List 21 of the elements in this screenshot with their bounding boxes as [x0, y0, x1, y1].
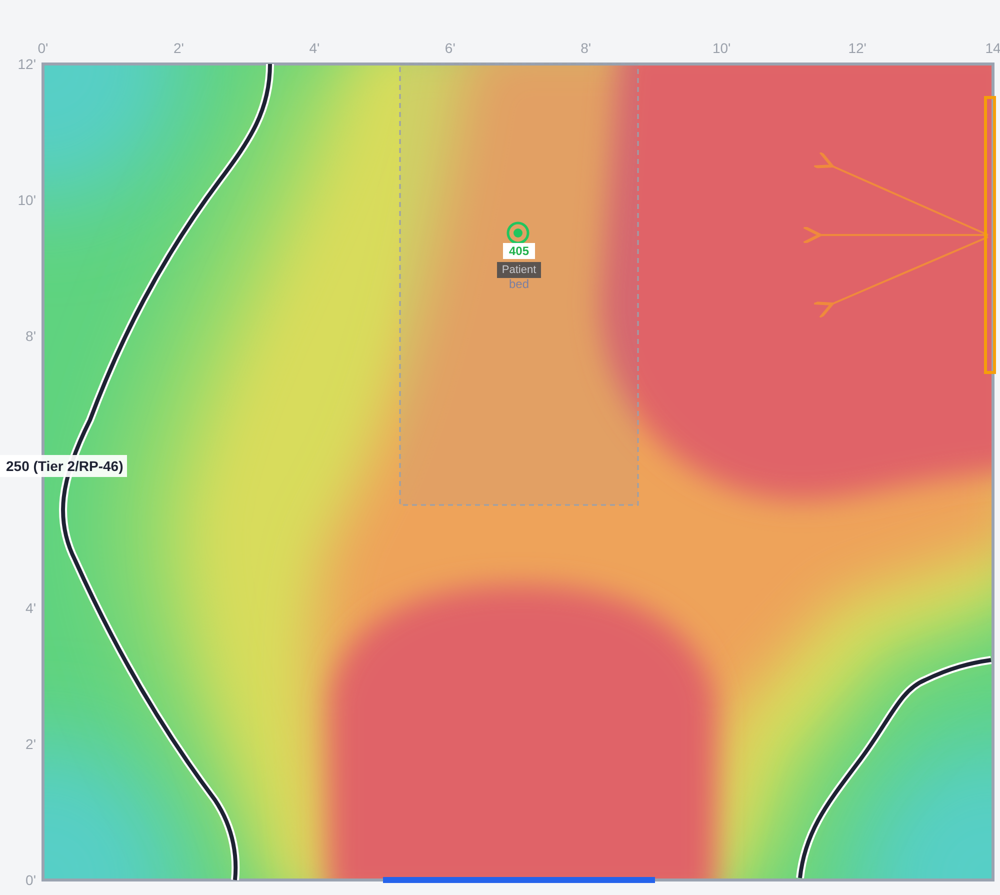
y-axis-tick-label: 8' [26, 328, 36, 344]
x-axis-tick-label: 6' [444, 40, 456, 56]
zone-label: bed [508, 277, 530, 292]
x-axis-tick-label: 2' [173, 40, 184, 56]
door-marker[interactable] [383, 877, 655, 883]
x-axis-tick-label: 12' [848, 40, 866, 56]
zone-label: Patient [497, 262, 541, 278]
y-axis-tick-label: 4' [26, 600, 36, 616]
x-axis-tick-label: 0' [38, 40, 48, 56]
x-axis-tick-label: 4' [309, 40, 320, 56]
y-axis-tick-label: 12' [18, 56, 36, 72]
sensor-reading: 405 [503, 243, 535, 259]
y-axis-tick-label: 10' [18, 192, 36, 208]
contour-label: 250 (Tier 2/RP-46) [0, 455, 128, 477]
y-axis-tick-label: 0' [26, 872, 36, 888]
sensor-marker-icon[interactable] [506, 222, 530, 244]
bed-zone[interactable] [399, 63, 639, 506]
window-outline[interactable] [984, 96, 996, 374]
x-axis-tick-label: 10' [712, 40, 731, 56]
y-axis-tick-label: 2' [26, 736, 36, 752]
x-axis-tick-label: 8' [580, 40, 592, 56]
